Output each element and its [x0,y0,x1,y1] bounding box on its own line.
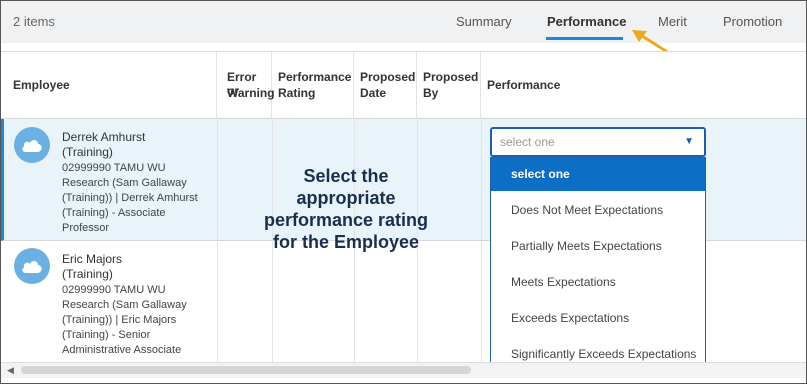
column-label: Proposed [360,70,416,84]
app-window: 2 items Summary Performance Merit Promot… [0,0,807,384]
avatar [14,248,50,284]
column-header-rating[interactable]: Performance Rating [272,52,354,118]
scrollbar-thumb[interactable] [21,366,471,374]
cloud-icon [22,140,42,152]
tab-summary[interactable]: Summary [456,14,512,29]
performance-rating-select[interactable]: select one ▼ [490,127,706,157]
callout-line: appropriate [296,188,396,208]
column-label: Performance [487,78,561,92]
employee-name[interactable]: Derrek Amhurst [62,130,145,145]
column-label: By [423,86,439,100]
employee-detail: (Training) - Senior [62,329,151,341]
column-label: Warning [227,86,275,100]
option-meets[interactable]: Meets Expectations [491,265,705,299]
employee-detail: Administrative Associate [62,344,182,356]
option-partially-meets[interactable]: Partially Meets Expectations [491,229,705,263]
column-label: Performance [278,70,352,84]
avatar [14,127,50,163]
scroll-left-icon[interactable]: ◀ [7,365,14,376]
column-label: Proposed [423,70,479,84]
horizontal-scrollbar[interactable]: ◀ [1,362,806,378]
callout-line: Select the [303,166,389,186]
employee-name[interactable]: Eric Majors [62,252,122,267]
caret-down-icon[interactable]: ▼ [684,136,694,147]
column-header-proposed-date[interactable]: Proposed Date [354,52,417,118]
employee-detail: (Training)) | Derrek Amhurst [62,192,198,204]
grid-header: Employee Error or Warning Performance Ra… [1,52,806,119]
items-count: 2 items [13,14,55,29]
column-header-performance[interactable]: Performance [481,52,806,118]
employee-detail: (Training)) | Eric Majors [62,314,177,326]
employee-detail: Professor [62,222,110,234]
employee-detail: 02999990 TAMU WU [62,284,166,296]
callout-line: performance rating [263,210,429,230]
option-exceeds[interactable]: Exceeds Expectations [491,301,705,335]
column-label: Employee [13,78,70,92]
column-header-proposed-by[interactable]: Proposed By [417,52,481,118]
cloud-icon [22,261,42,273]
employee-detail: 02999990 TAMU WU [62,162,166,174]
rating-dropdown-list: select one Does Not Meet Expectations Pa… [490,157,706,377]
employee-detail: Research (Sam Gallaway [62,177,187,189]
employee-detail: (Training) - Associate [62,207,166,219]
column-label: Rating [278,86,316,100]
callout-line: for the Employee [272,232,420,252]
column-header-error[interactable]: Error or Warning [217,52,275,118]
employee-name-suffix: (Training) [62,267,113,281]
employee-detail: Research (Sam Gallaway [62,299,187,311]
option-does-not-meet[interactable]: Does Not Meet Expectations [491,193,705,227]
option-select-one[interactable]: select one [491,157,705,191]
tab-performance[interactable]: Performance [547,14,626,29]
select-placeholder: select one [500,135,555,149]
active-tab-indicator [546,37,623,40]
employee-name-suffix: (Training) [62,145,113,159]
instruction-callout: Select the appropriate performance ratin… [246,165,446,253]
column-header-employee[interactable]: Employee [1,52,217,118]
column-label: Date [360,86,387,100]
tab-promotion[interactable]: Promotion [723,14,782,29]
